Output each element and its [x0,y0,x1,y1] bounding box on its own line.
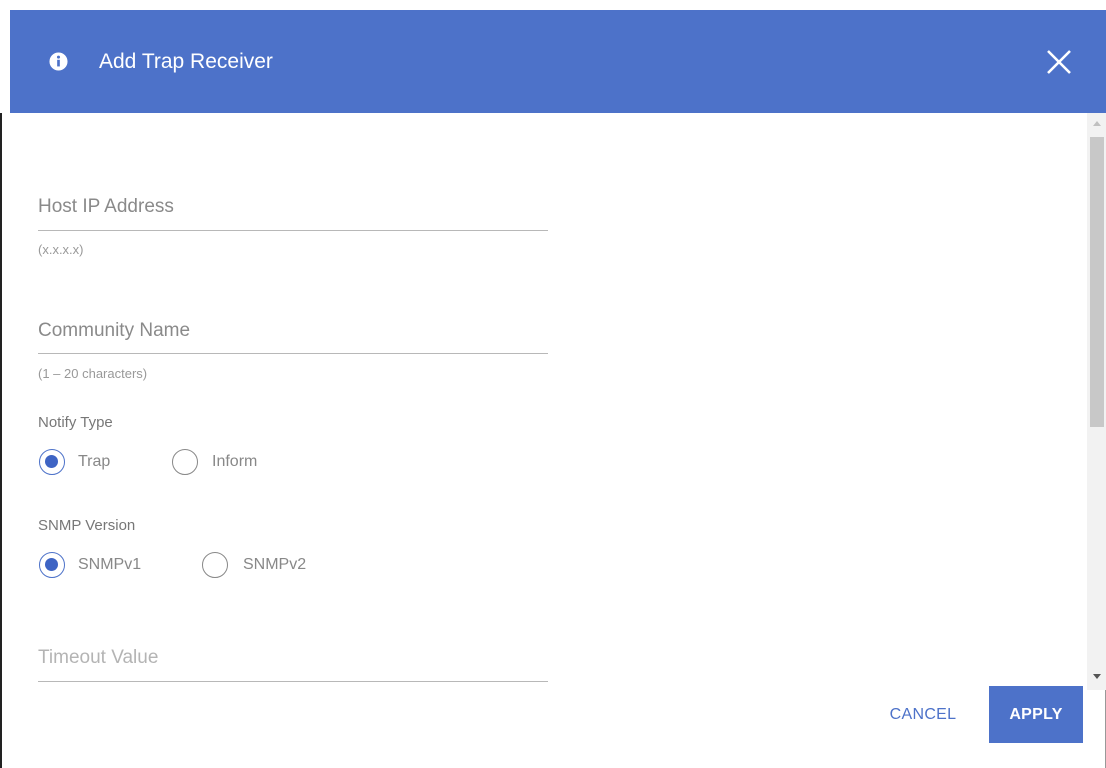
host-ip-underline [38,230,548,231]
cancel-button[interactable]: CANCEL [880,686,966,743]
notify-type-trap-label[interactable]: Trap [78,453,110,471]
scroll-up-arrow-icon[interactable] [1087,113,1106,135]
dialog-title: Add Trap Receiver [99,50,273,73]
snmp-version-v1-radio[interactable] [39,552,65,578]
apply-button[interactable]: APPLY [989,686,1083,743]
host-ip-hint: (x.x.x.x) [38,242,84,257]
scroll-thumb[interactable] [1090,137,1104,427]
close-icon[interactable] [1044,47,1074,77]
timeout-value-underline [38,681,548,682]
notify-type-inform-radio[interactable] [172,449,198,475]
community-name-underline [38,353,548,354]
community-name-input[interactable] [38,320,548,350]
host-ip-input[interactable] [38,196,548,226]
info-circle-icon [49,52,68,71]
notify-type-label: Notify Type [38,414,113,431]
snmp-version-v2-label[interactable]: SNMPv2 [243,556,306,574]
dialog-header: Add Trap Receiver [10,10,1106,113]
dialog-left-border [0,113,2,768]
notify-type-trap-radio[interactable] [39,449,65,475]
snmp-version-v2-radio[interactable] [202,552,228,578]
notify-type-inform-label[interactable]: Inform [212,453,257,471]
timeout-value-input[interactable] [38,647,548,677]
snmp-version-v1-label[interactable]: SNMPv1 [78,556,141,574]
dialog-scrollbar[interactable] [1087,113,1106,690]
snmp-version-label: SNMP Version [38,517,136,534]
community-name-hint: (1 – 20 characters) [38,366,148,381]
scroll-down-arrow-icon[interactable] [1087,666,1106,688]
